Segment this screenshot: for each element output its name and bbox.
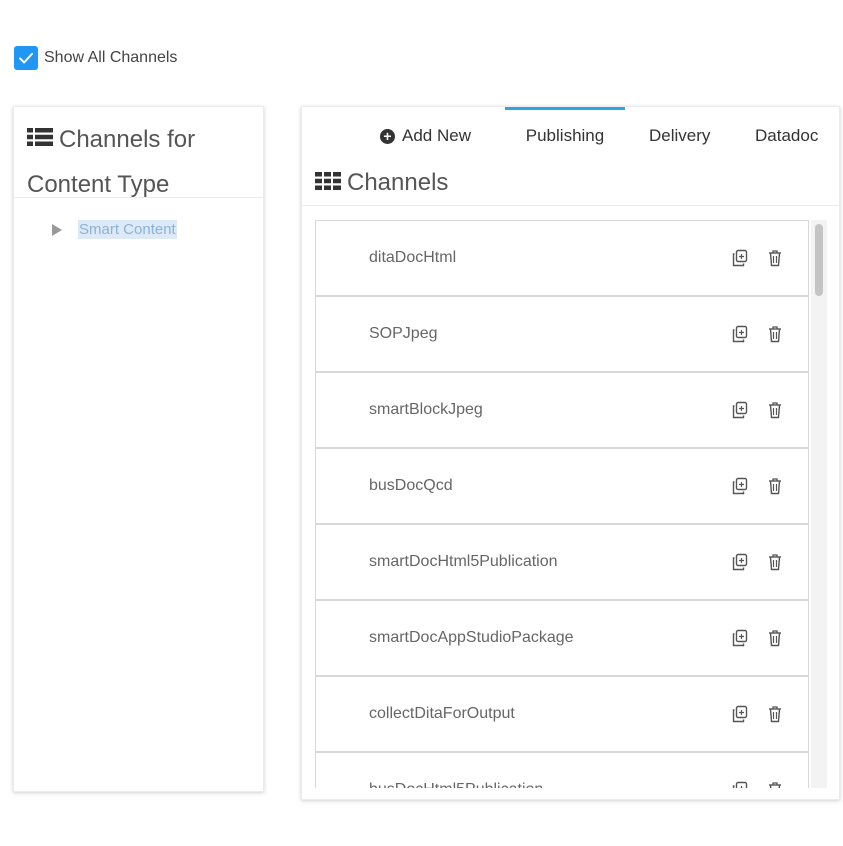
trash-icon[interactable]: [767, 401, 783, 419]
trash-icon[interactable]: [767, 249, 783, 267]
channel-name: collectDitaForOutput: [369, 705, 515, 722]
channel-row[interactable]: busDocHtml5Publication: [315, 752, 809, 788]
channels-title: Channels: [347, 169, 449, 196]
copy-icon[interactable]: [731, 629, 749, 647]
trash-icon[interactable]: [767, 781, 783, 788]
channel-name: busDocQcd: [369, 477, 453, 494]
grid-icon: [315, 169, 341, 197]
channel-row[interactable]: smartBlockJpeg: [315, 372, 809, 448]
tab-label: Add New: [402, 126, 471, 145]
tab-publishing[interactable]: Publishing: [505, 107, 625, 165]
channel-tabs: + Add New Publishing Delivery Datadoc: [302, 107, 839, 165]
channel-row[interactable]: busDocQcd: [315, 448, 809, 524]
copy-icon[interactable]: [731, 325, 749, 343]
channel-list[interactable]: ditaDocHtml SOPJpeg smartBlockJpeg busDocQc…: [315, 220, 827, 788]
channel-row[interactable]: SOPJpeg: [315, 296, 809, 372]
trash-icon[interactable]: [767, 553, 783, 571]
trash-icon[interactable]: [767, 477, 783, 495]
list-icon: [27, 116, 53, 161]
channel-name: smartDocAppStudioPackage: [369, 629, 574, 646]
plus-circle-icon: +: [380, 128, 395, 144]
scrollbar-thumb[interactable]: [815, 224, 823, 296]
channel-row[interactable]: smartDocAppStudioPackage: [315, 600, 809, 676]
copy-icon[interactable]: [731, 781, 749, 788]
channel-name: smartDocHtml5Publication: [369, 553, 558, 570]
copy-icon[interactable]: [731, 249, 749, 267]
tab-label: Publishing: [525, 126, 605, 145]
trash-icon[interactable]: [767, 325, 783, 343]
channel-name: SOPJpeg: [369, 325, 438, 342]
expand-arrow-icon[interactable]: [52, 223, 62, 236]
trash-icon[interactable]: [767, 705, 783, 723]
channels-panel: + Add New Publishing Delivery Datadoc Ch…: [301, 106, 840, 800]
tab-label: Delivery: [649, 126, 711, 145]
channel-name: ditaDocHtml: [369, 249, 457, 266]
channel-name: smartBlockJpeg: [369, 401, 483, 418]
tab-label: Datadoc: [755, 126, 819, 145]
copy-icon[interactable]: [731, 705, 749, 723]
channel-row[interactable]: smartDocHtml5Publication: [315, 524, 809, 600]
divider: [302, 205, 839, 206]
tree-node-smart-content[interactable]: Smart Content: [52, 220, 177, 239]
tab-datadoc[interactable]: Datadoc: [755, 107, 818, 165]
tab-add-new[interactable]: + Add New: [380, 107, 471, 165]
trash-icon[interactable]: [767, 629, 783, 647]
tree-node-label[interactable]: Smart Content: [78, 220, 177, 239]
copy-icon[interactable]: [731, 401, 749, 419]
channel-row[interactable]: collectDitaForOutput: [315, 676, 809, 752]
copy-icon[interactable]: [731, 553, 749, 571]
content-type-panel-header: Channels for Content Type: [14, 107, 263, 198]
channel-list-scrollbar[interactable]: [811, 220, 827, 788]
channels-heading: Channels: [315, 169, 448, 197]
channel-row[interactable]: ditaDocHtml: [315, 220, 809, 296]
tab-delivery[interactable]: Delivery: [649, 107, 710, 165]
copy-icon[interactable]: [731, 477, 749, 495]
channel-name: busDocHtml5Publication: [369, 781, 543, 788]
show-all-channels-checkbox[interactable]: [14, 46, 38, 70]
show-all-channels-label: Show All Channels: [44, 49, 178, 66]
checkmark-icon: [19, 52, 33, 64]
content-type-panel: Channels for Content Type Smart Content: [13, 106, 264, 792]
show-all-channels-toggle[interactable]: Show All Channels: [14, 46, 177, 70]
